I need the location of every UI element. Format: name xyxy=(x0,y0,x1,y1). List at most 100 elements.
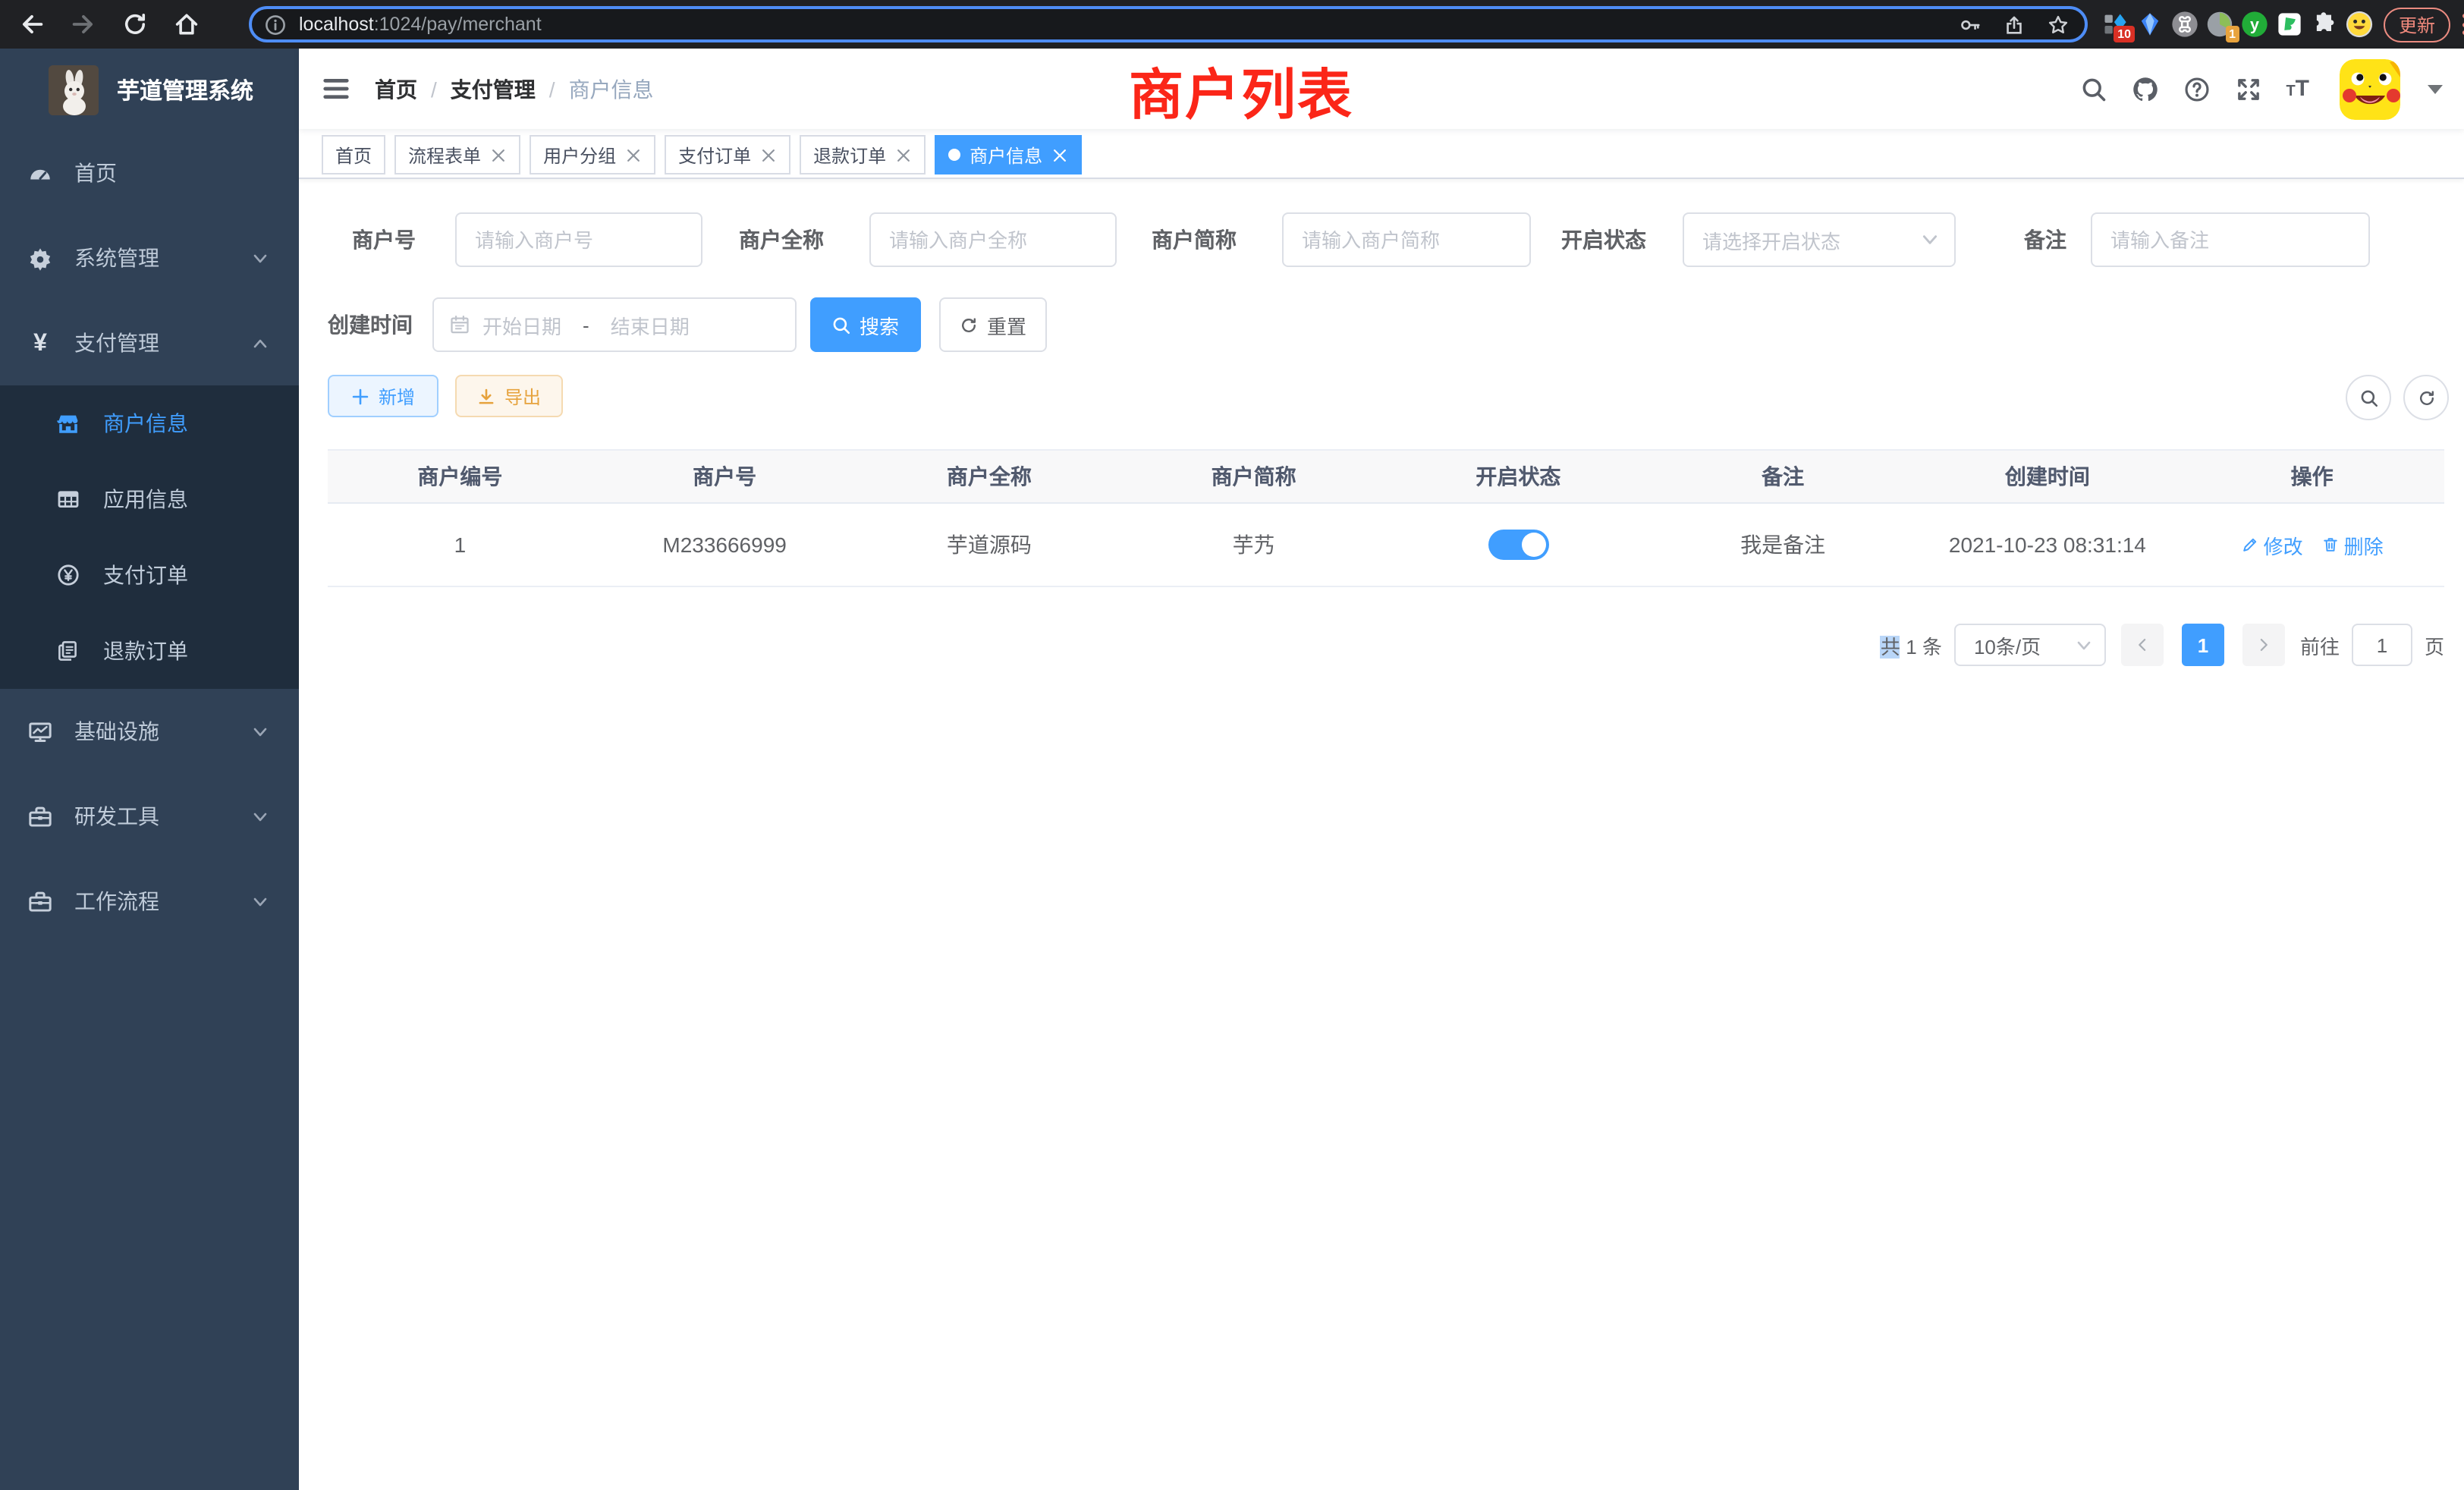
breadcrumb: 首页 / 支付管理 / 商户信息 xyxy=(375,49,654,129)
sidebar-item-payment[interactable]: ¥ 支付管理 xyxy=(0,300,299,385)
yen-circle-icon xyxy=(56,563,80,587)
status-select-placeholder: 请选择开启状态 xyxy=(1702,225,1921,254)
sidebar-item-merchant-info[interactable]: 商户信息 xyxy=(0,385,299,461)
tab-label: 商户信息 xyxy=(970,142,1042,168)
col-header-full-name: 商户全称 xyxy=(857,461,1122,492)
tab-refund-order[interactable]: 退款订单 xyxy=(800,135,926,174)
browser-menu-icon[interactable] xyxy=(2456,14,2464,35)
app-title: 芋道管理系统 xyxy=(117,74,253,105)
pen-icon xyxy=(2241,536,2259,554)
prev-page-button[interactable] xyxy=(2121,624,2164,666)
password-key-icon[interactable] xyxy=(1959,13,1982,36)
sidebar-item-system[interactable]: 系统管理 xyxy=(0,215,299,300)
url-host: localhost xyxy=(299,14,374,35)
browser-forward-icon[interactable] xyxy=(70,11,97,38)
refresh-icon xyxy=(2416,388,2436,407)
delete-link[interactable]: 删除 xyxy=(2321,530,2384,559)
merchant-short-name-input[interactable] xyxy=(1284,214,1529,266)
close-icon[interactable] xyxy=(1051,146,1068,163)
tab-label: 支付订单 xyxy=(678,142,751,168)
edit-link[interactable]: 修改 xyxy=(2241,530,2303,559)
goto-page-input[interactable] xyxy=(2352,624,2412,666)
page-unit-label: 页 xyxy=(2425,630,2444,659)
next-page-button[interactable] xyxy=(2242,624,2285,666)
sidebar-item-pay-order[interactable]: 支付订单 xyxy=(0,537,299,613)
status-select[interactable]: 请选择开启状态 xyxy=(1683,212,1956,267)
merchant-name-input[interactable] xyxy=(871,214,1115,266)
chevron-down-icon xyxy=(252,808,269,825)
github-icon[interactable] xyxy=(2131,75,2158,102)
merchant-no-input[interactable] xyxy=(457,214,701,266)
address-bar[interactable]: localhost:1024/pay/merchant xyxy=(249,6,2088,42)
sidebar-item-refund-order[interactable]: 退款订单 xyxy=(0,613,299,689)
share-icon[interactable] xyxy=(2003,13,2026,36)
sidebar-item-infrastructure[interactable]: 基础设施 xyxy=(0,689,299,774)
extension-command-icon[interactable] xyxy=(2171,11,2198,38)
bookmark-star-icon[interactable] xyxy=(2047,13,2070,36)
extension-pie-icon[interactable]: 1 xyxy=(2206,11,2233,38)
annotation-merchant-list: 商户列表 xyxy=(1129,52,1353,130)
extension-note-icon[interactable] xyxy=(2276,11,2303,38)
reset-button[interactable]: 重置 xyxy=(939,297,1047,352)
fullscreen-icon[interactable] xyxy=(2234,75,2261,102)
sidebar-item-label: 商户信息 xyxy=(103,408,188,439)
col-header-remark: 备注 xyxy=(1651,461,1916,492)
sidebar-item-label: 系统管理 xyxy=(74,243,159,273)
remark-input[interactable] xyxy=(2092,214,2368,266)
tab-pay-order[interactable]: 支付订单 xyxy=(665,135,790,174)
close-icon[interactable] xyxy=(895,146,912,163)
tab-merchant-info[interactable]: 商户信息 xyxy=(935,135,1082,174)
hamburger-icon[interactable] xyxy=(322,74,350,103)
breadcrumb-home[interactable]: 首页 xyxy=(375,74,417,104)
page-size-select[interactable]: 10条/页 xyxy=(1954,624,2106,666)
browser-back-icon[interactable] xyxy=(18,11,46,38)
sidebar-item-dev-tools[interactable]: 研发工具 xyxy=(0,774,299,859)
active-tab-dot xyxy=(948,149,960,161)
refresh-table-button[interactable] xyxy=(2403,375,2449,420)
create-time-range-picker[interactable]: 开始日期 - 结束日期 xyxy=(432,297,797,352)
url-path: :1024/pay/merchant xyxy=(374,14,542,35)
tab-process-form[interactable]: 流程表单 xyxy=(394,135,520,174)
search-icon[interactable] xyxy=(2079,75,2107,102)
export-button-label: 导出 xyxy=(504,383,541,409)
browser-home-icon[interactable] xyxy=(173,11,200,38)
extensions-puzzle-icon[interactable] xyxy=(2311,11,2338,38)
status-toggle[interactable] xyxy=(1488,530,1548,560)
close-icon[interactable] xyxy=(490,146,507,163)
help-icon[interactable] xyxy=(2183,75,2210,102)
goto-label: 前往 xyxy=(2300,630,2340,659)
toggle-search-button[interactable] xyxy=(2346,375,2391,420)
edit-link-label: 修改 xyxy=(2264,530,2303,559)
search-icon xyxy=(2359,388,2378,407)
tab-home[interactable]: 首页 xyxy=(322,135,385,174)
monitor-icon xyxy=(27,718,53,744)
add-button[interactable]: 新增 xyxy=(328,375,438,417)
page-1-button[interactable]: 1 xyxy=(2182,624,2224,666)
profile-emoji-avatar[interactable] xyxy=(2346,11,2373,38)
extension-y-icon[interactable]: y xyxy=(2241,11,2268,38)
search-button[interactable]: 搜索 xyxy=(810,297,921,352)
col-header-merchant-id: 商户编号 xyxy=(328,461,592,492)
breadcrumb-payment[interactable]: 支付管理 xyxy=(451,74,536,104)
export-button[interactable]: 导出 xyxy=(455,375,563,417)
close-icon[interactable] xyxy=(625,146,642,163)
browser-reload-icon[interactable] xyxy=(121,11,149,38)
sidebar-item-home[interactable]: 首页 xyxy=(0,130,299,215)
avatar-caret-down-icon[interactable] xyxy=(2428,84,2443,93)
close-icon[interactable] xyxy=(760,146,777,163)
cell-merchant-id: 1 xyxy=(328,533,592,557)
sidebar-item-workflow[interactable]: 工作流程 xyxy=(0,859,299,944)
extension-blocks-icon[interactable]: 10 xyxy=(2101,11,2129,38)
app-logo-row[interactable]: 芋道管理系统 xyxy=(0,49,299,130)
font-size-icon[interactable]: TT xyxy=(2286,77,2309,100)
sidebar-item-app-info[interactable]: 应用信息 xyxy=(0,461,299,537)
delete-link-label: 删除 xyxy=(2344,530,2384,559)
user-avatar-pikachu[interactable] xyxy=(2340,58,2400,119)
cell-remark: 我是备注 xyxy=(1651,530,1916,560)
tab-user-group[interactable]: 用户分组 xyxy=(530,135,655,174)
browser-update-button[interactable]: 更新 xyxy=(2384,7,2450,42)
site-info-icon[interactable] xyxy=(264,13,287,36)
sidebar-item-label: 退款订单 xyxy=(103,636,188,666)
extension-gem-icon[interactable] xyxy=(2136,11,2164,38)
chevron-down-icon xyxy=(252,250,269,266)
